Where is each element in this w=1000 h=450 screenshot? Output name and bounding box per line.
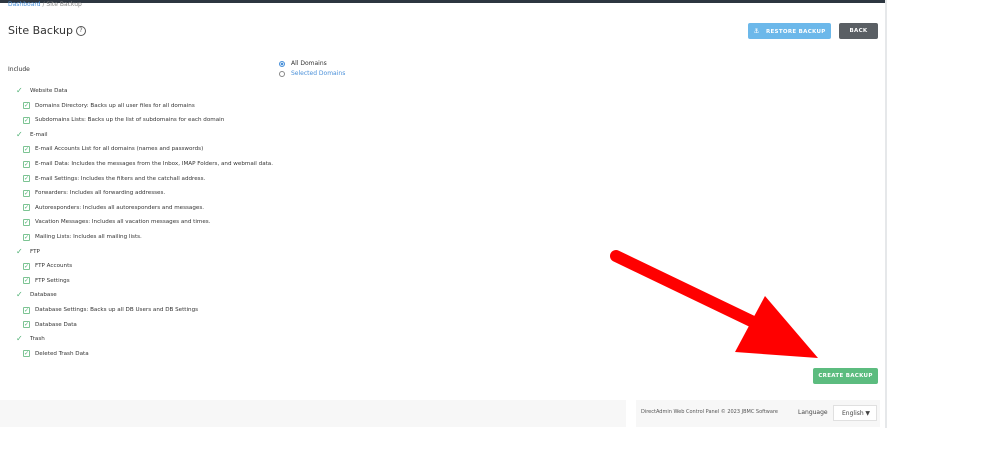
arrow-shaft <box>610 250 776 336</box>
red-arrow-annotation <box>610 250 818 358</box>
arrow-head <box>735 296 818 358</box>
